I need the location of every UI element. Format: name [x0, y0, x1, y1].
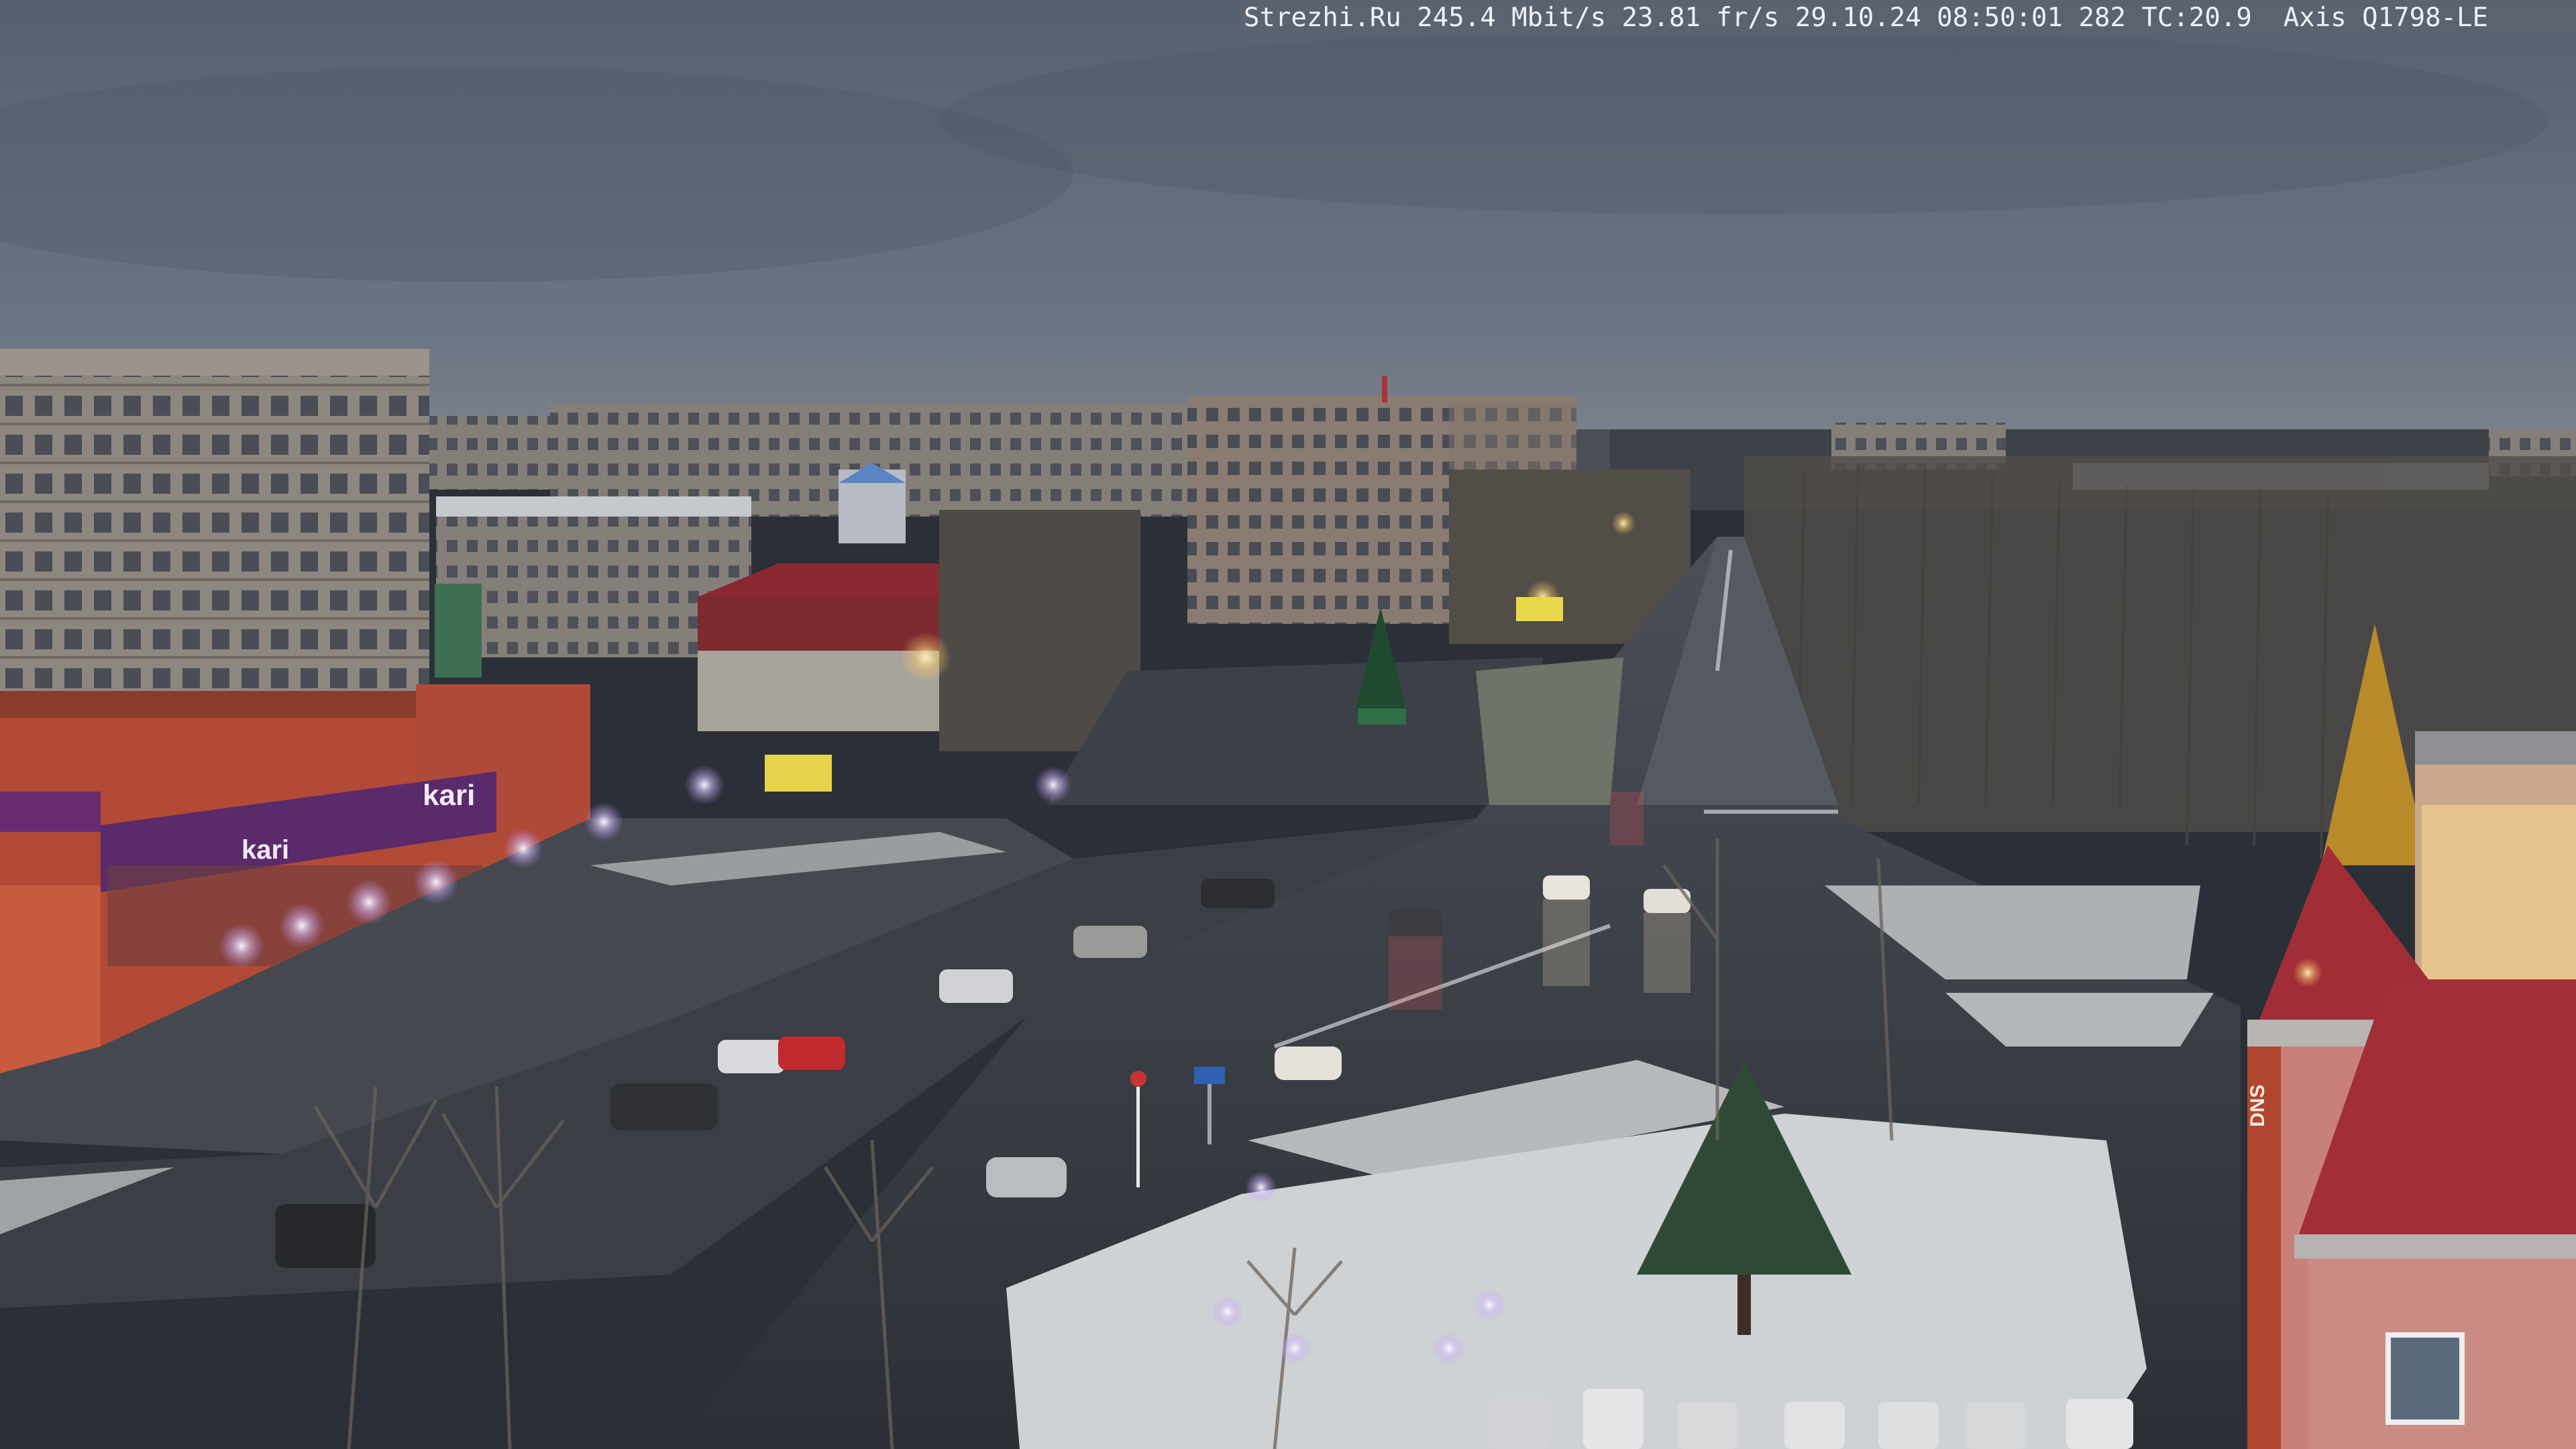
car	[1878, 1402, 1939, 1449]
car	[2066, 1399, 2133, 1449]
car	[1073, 926, 1147, 958]
car	[1583, 1389, 1644, 1449]
lamp-glow	[1433, 1332, 1465, 1364]
car	[778, 1036, 845, 1070]
osd-time: 08:50:01	[1937, 3, 2063, 33]
kari-sign-main: kari	[423, 779, 475, 812]
lamp-glow	[1245, 1171, 1277, 1203]
car	[1201, 879, 1275, 908]
lamp-glow	[219, 923, 264, 969]
lamp-glow	[684, 765, 724, 805]
lamp-glow	[1212, 1295, 1244, 1328]
car	[610, 1083, 718, 1130]
car	[1389, 909, 1442, 938]
lamp-glow	[1034, 766, 1072, 804]
osd-bitrate: 245.4 Mbit/s	[1417, 3, 1607, 33]
osd-date: 29.10.24	[1794, 3, 1921, 33]
lamp-glow	[2293, 958, 2322, 987]
lamp-glow	[584, 802, 624, 842]
car	[1966, 1402, 2026, 1449]
lamp-glow	[413, 859, 459, 905]
lamp-glow	[900, 632, 951, 683]
lamp-glow	[346, 879, 392, 925]
car	[275, 1204, 376, 1268]
lamp-glow	[1473, 1289, 1505, 1321]
osd-framerate: 23.81 fr/s	[1621, 3, 1780, 33]
car	[1543, 875, 1590, 900]
car	[986, 1157, 1067, 1197]
webcam-osd-overlay: Strezhi.Ru 245.4 Mbit/s 23.81 fr/s 29.10…	[1240, 0, 2576, 36]
car	[1489, 1395, 1550, 1449]
osd-site: Strezhi.Ru	[1244, 3, 1401, 33]
car	[939, 969, 1013, 1003]
osd-temperature: TC:20.9	[2141, 3, 2252, 33]
lamp-glow	[503, 828, 543, 869]
green-building	[435, 584, 482, 678]
kari-sign-secondary: kari	[241, 835, 289, 865]
lamp-glow	[1611, 511, 1635, 535]
car	[1784, 1402, 1845, 1449]
osd-camera-model: Axis Q1798-LE	[2283, 3, 2489, 33]
lamp-glow	[1279, 1332, 1311, 1364]
webcam-frame: DNS kari kari	[0, 0, 2576, 1449]
osd-frame-counter: 282	[2078, 3, 2126, 33]
dns-sign: DNS	[2247, 1085, 2269, 1127]
car	[1677, 1402, 1737, 1449]
lamp-glow	[279, 903, 325, 949]
street-scene: DNS kari kari	[0, 0, 2576, 1449]
car	[1275, 1046, 1342, 1080]
car	[718, 1040, 785, 1073]
